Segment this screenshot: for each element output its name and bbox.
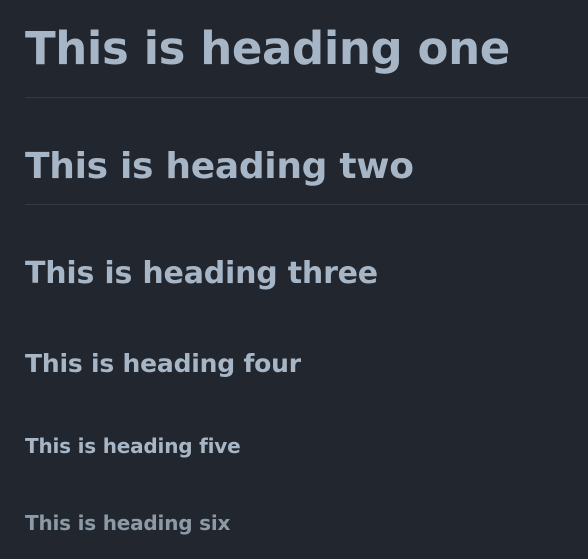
heading-six: This is heading six [25, 511, 231, 535]
heading-two-divider [25, 204, 588, 205]
heading-three: This is heading three [25, 256, 378, 291]
heading-four: This is heading four [25, 349, 301, 378]
heading-one: This is heading one [25, 22, 510, 75]
heading-two: This is heading two [25, 146, 414, 187]
heading-one-divider [25, 97, 588, 98]
heading-five: This is heading five [25, 434, 241, 458]
